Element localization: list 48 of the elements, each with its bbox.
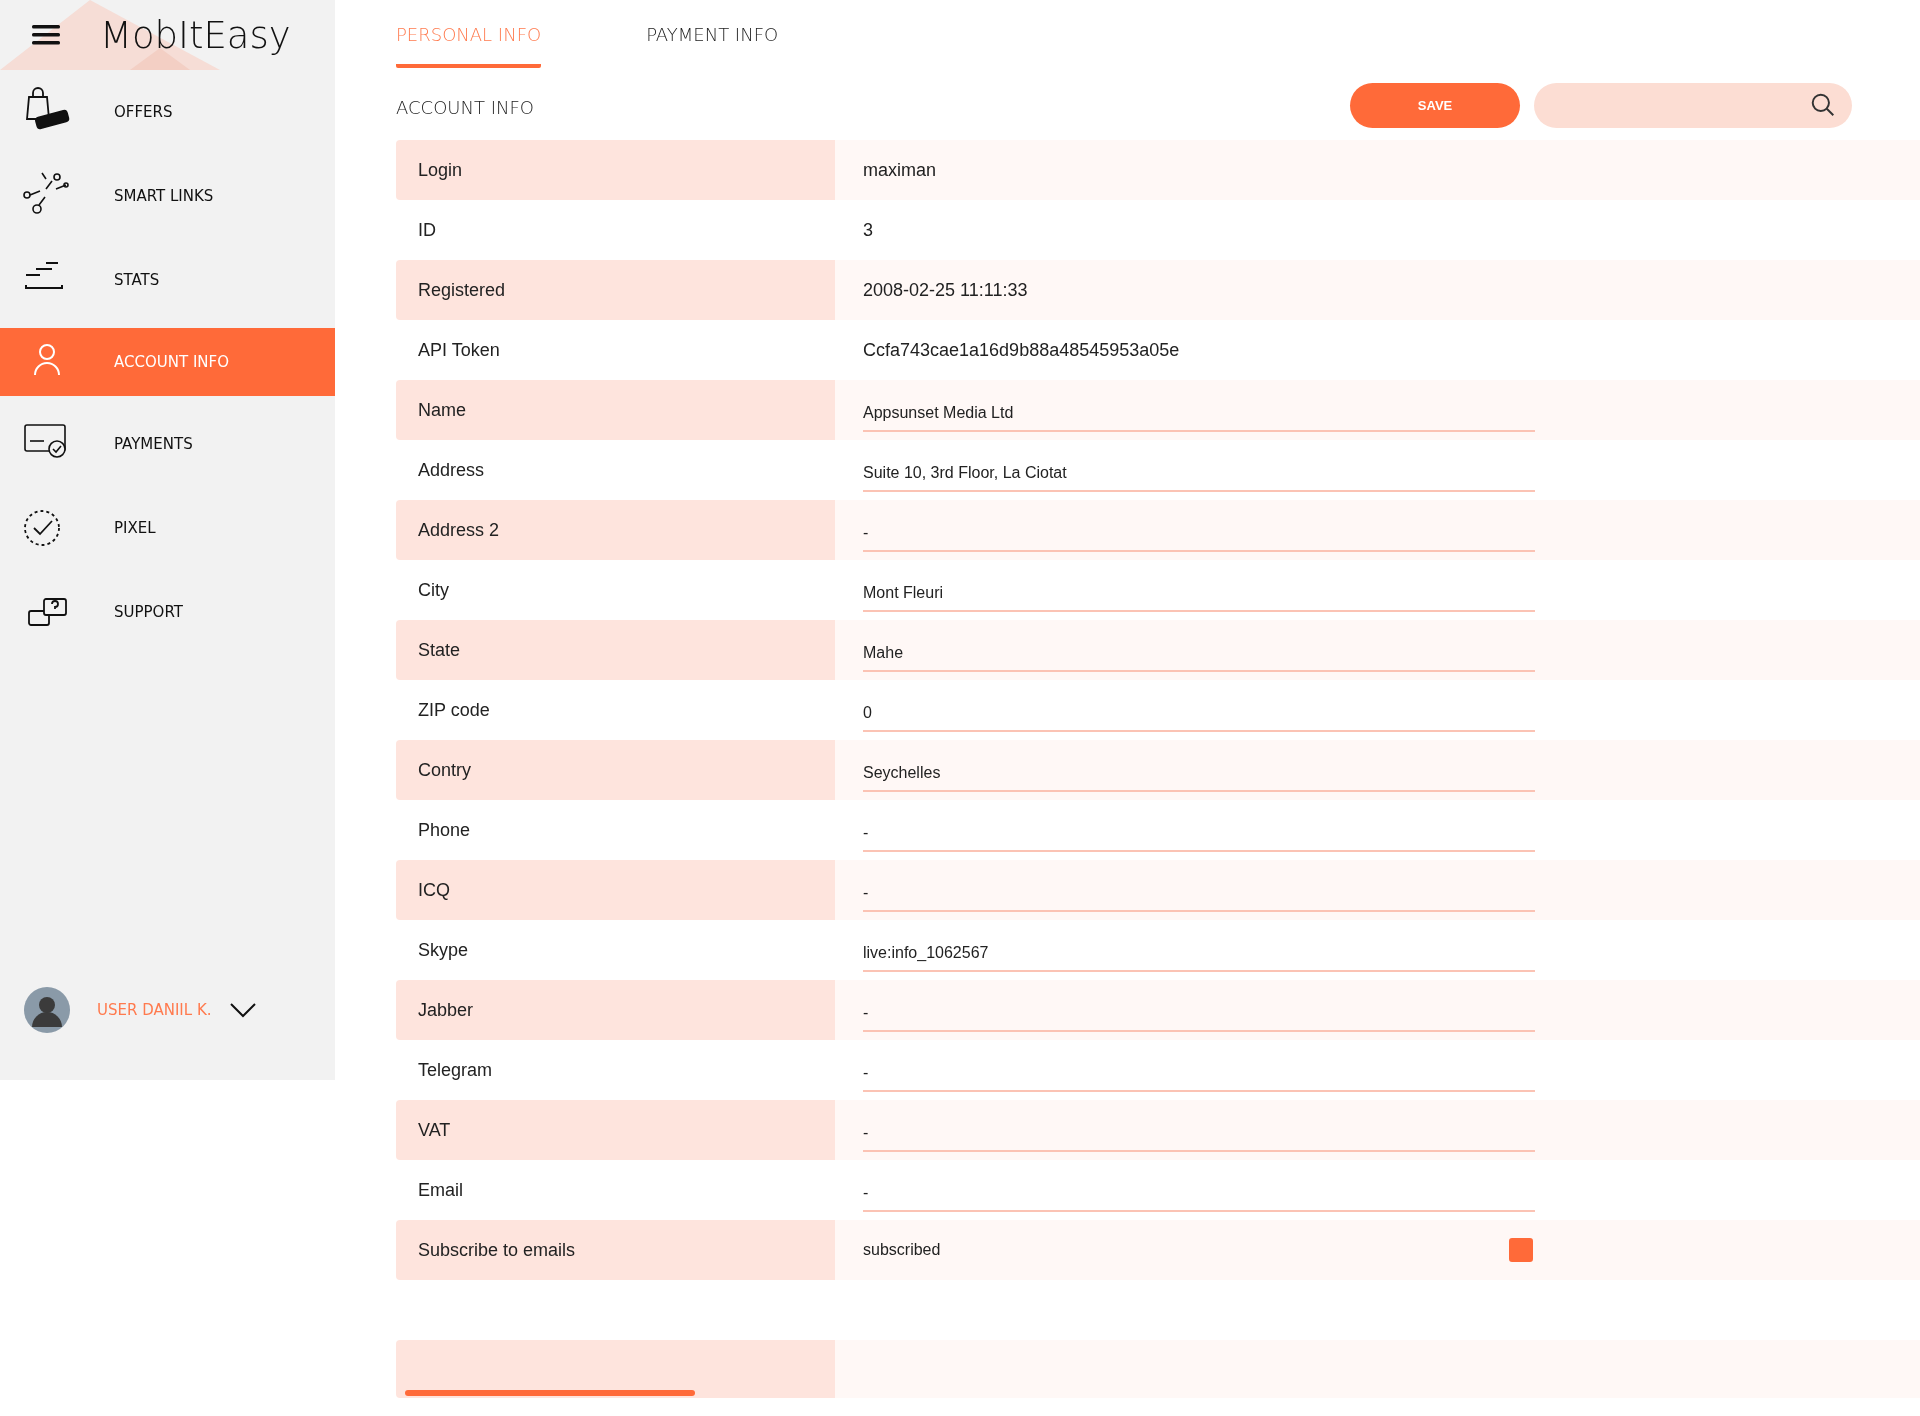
field-label: ID [417, 218, 437, 242]
field-label: Contry [396, 740, 835, 800]
field-label: Phone [417, 818, 472, 842]
tab[interactable]: PAYMENT INFO [646, 0, 779, 70]
field-value: 2008-02-25 11:11:33 [863, 279, 1028, 301]
field-label: ICQ [396, 860, 835, 920]
field-label: Login [396, 140, 835, 200]
sidebar-item[interactable]: STATS [0, 238, 335, 322]
field-label: Telegram [417, 1058, 494, 1082]
search-field[interactable] [1534, 82, 1852, 128]
checkbox-label: subscribed [863, 1241, 942, 1259]
field-label: Email [417, 1178, 464, 1202]
field-value: 3 [863, 219, 873, 241]
input-field[interactable]: - [863, 814, 1535, 852]
checkbox[interactable] [1509, 1238, 1533, 1262]
chat-question-icon [27, 598, 67, 626]
field-label: State [396, 620, 835, 680]
field-label: Name [396, 380, 835, 440]
brand-logo: MobItEasy [100, 13, 291, 57]
input-field[interactable]: Suite 10, 3rd Floor, La Ciotat [863, 454, 1535, 492]
field-label: ZIP code [417, 698, 491, 722]
input-field[interactable]: live:info_1062567 [863, 934, 1535, 972]
field-value: Ccfa743cae1a16d9b88a48545953a05e [863, 339, 1180, 361]
field-label: Subscribe to emails [396, 1220, 835, 1280]
sidebar-item[interactable]: OFFERS [0, 70, 335, 154]
sidebar-item[interactable]: SUPPORT [0, 570, 335, 654]
input-field[interactable]: 0 [863, 694, 1535, 732]
input-field[interactable]: - [863, 1174, 1535, 1212]
search-icon [1810, 92, 1836, 118]
scrollbar-thumb[interactable] [405, 1390, 695, 1396]
menu-icon[interactable] [32, 24, 60, 46]
field-label: Skype [417, 938, 470, 962]
field-label: Address [417, 458, 486, 482]
field-label: Registered [396, 260, 835, 320]
sidebar-item[interactable]: SMART LINKS [0, 154, 335, 238]
avatar-silhouette [24, 987, 70, 1033]
sidebar-item[interactable]: PIXEL [0, 486, 335, 570]
field-value: maximan [863, 159, 937, 181]
field-label: Address 2 [396, 500, 835, 560]
input-field[interactable]: Mont Fleuri [863, 574, 1535, 612]
section-title: ACCOUNT INFO [396, 96, 534, 118]
field-label: API Token [417, 338, 501, 362]
input-field[interactable]: - [863, 1054, 1535, 1092]
field-label: Jabber [396, 980, 835, 1040]
chevron-down-icon[interactable] [229, 1002, 256, 1018]
field-label: City [417, 578, 450, 602]
sidebar-item[interactable]: PAYMENTS [0, 402, 335, 486]
field-label: VAT [396, 1100, 835, 1160]
